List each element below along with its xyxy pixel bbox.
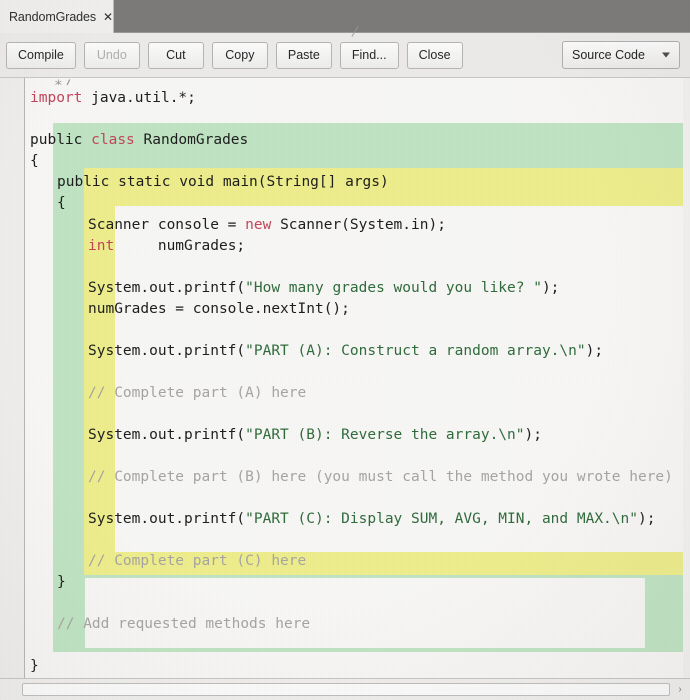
code-token-cmt: // Complete part (B) here (you must call…	[88, 469, 673, 485]
editor-tab-bar: RandomGrades ✕	[0, 0, 690, 33]
code-token-pln: System.out.printf(	[88, 280, 246, 296]
code-token-kw: int	[88, 238, 115, 254]
toolbar: Compile Undo Cut Copy Paste Find... Clos…	[0, 33, 690, 78]
undo-button: Undo	[83, 41, 140, 69]
code-line: import java.util.*;	[30, 88, 196, 109]
code-token-pln: public static void	[57, 174, 215, 190]
cut-button[interactable]: Cut	[147, 41, 204, 69]
code-line: // Complete part (C) here	[88, 551, 306, 572]
code-token-str: "PART (B): Reverse the array.\n"	[245, 427, 525, 443]
close-button[interactable]: Close	[406, 41, 463, 69]
code-line: }	[30, 656, 39, 677]
code-token-pln: }	[57, 574, 66, 590]
horizontal-scrollbar[interactable]: ›	[0, 678, 690, 700]
find-button[interactable]: Find...	[339, 41, 399, 69]
code-line: Scanner console = new Scanner(System.in)…	[88, 215, 446, 236]
scroll-right-icon[interactable]: ›	[673, 683, 687, 696]
chevron-down-icon	[662, 52, 670, 58]
tab-randomgrades[interactable]: RandomGrades ✕	[0, 0, 114, 33]
code-right-clip	[683, 78, 690, 678]
code-line: // Add requested methods here	[57, 614, 310, 635]
code-token-pln: System.out.printf(	[88, 511, 246, 527]
code-token-str: "PART (A): Construct a random array.\n"	[245, 343, 586, 359]
code-token-pln: numGrades;	[114, 238, 246, 254]
code-token-str: "PART (C): Display SUM, AVG, MIN, and MA…	[245, 511, 638, 527]
code-line: }	[57, 572, 66, 593]
code-line: {	[30, 151, 39, 172]
paste-button[interactable]: Paste	[275, 41, 332, 69]
code-line: {	[57, 193, 66, 214]
code-text[interactable]: import java.util.*; public class RandomGr…	[26, 78, 690, 678]
code-token-pln: );	[637, 511, 656, 527]
code-token-str: "How many grades would you like? "	[245, 280, 542, 296]
code-token-pln: {	[30, 153, 39, 169]
editor-gutter	[0, 78, 25, 678]
close-icon[interactable]: ✕	[103, 11, 113, 23]
code-token-kw: class	[91, 132, 135, 148]
code-token-pln: Scanner console =	[88, 217, 246, 233]
code-token-cmt: // Complete part (A) here	[88, 385, 307, 401]
scrollbar-thumb[interactable]	[22, 683, 670, 696]
code-editor[interactable]: */ import java.util.*;public class Rando…	[0, 78, 690, 678]
code-line: numGrades = console.nextInt();	[88, 299, 350, 320]
code-token-kw: import	[30, 90, 83, 106]
code-token-pln: {	[57, 195, 66, 211]
code-token-pln: System.out.printf(	[88, 427, 246, 443]
code-token-pln	[82, 132, 91, 148]
code-line: // Complete part (A) here	[88, 383, 306, 404]
code-token-pln: System.out.printf(	[88, 343, 246, 359]
code-pane[interactable]: */ import java.util.*;public class Rando…	[26, 78, 690, 678]
code-line: System.out.printf("How many grades would…	[88, 278, 559, 299]
code-token-pln: numGrades = console.nextInt();	[88, 301, 350, 317]
view-selector-value: Source Code	[572, 48, 645, 62]
code-token-cmt: // Complete part (C) here	[88, 553, 307, 569]
code-line: System.out.printf("PART (B): Reverse the…	[88, 425, 542, 446]
code-line: public class RandomGrades	[30, 130, 248, 151]
code-token-pln: public	[30, 132, 83, 148]
compile-button[interactable]: Compile	[6, 41, 76, 69]
view-selector-source-code[interactable]: Source Code	[562, 41, 680, 69]
code-token-pln: Scanner(System.in);	[271, 217, 446, 233]
code-line: int numGrades;	[88, 236, 245, 257]
code-token-kw: new	[245, 217, 272, 233]
code-token-pln: main(String[] args)	[214, 174, 389, 190]
tab-label: RandomGrades	[9, 9, 97, 24]
code-token-pln: );	[541, 280, 560, 296]
code-line: public static void main(String[] args)	[57, 172, 389, 193]
code-token-pln: );	[524, 427, 542, 443]
code-line: // Complete part (B) here (you must call…	[88, 467, 673, 488]
copy-button[interactable]: Copy	[211, 41, 268, 69]
code-line: System.out.printf("PART (C): Display SUM…	[88, 509, 655, 530]
code-token-pln: java.util.*;	[82, 90, 196, 106]
code-token-cmt: // Add requested methods here	[57, 616, 311, 632]
code-token-pln: );	[585, 343, 604, 359]
code-line: System.out.printf("PART (A): Construct a…	[88, 341, 603, 362]
code-token-pln: RandomGrades	[134, 132, 249, 148]
code-token-pln: }	[30, 658, 39, 674]
